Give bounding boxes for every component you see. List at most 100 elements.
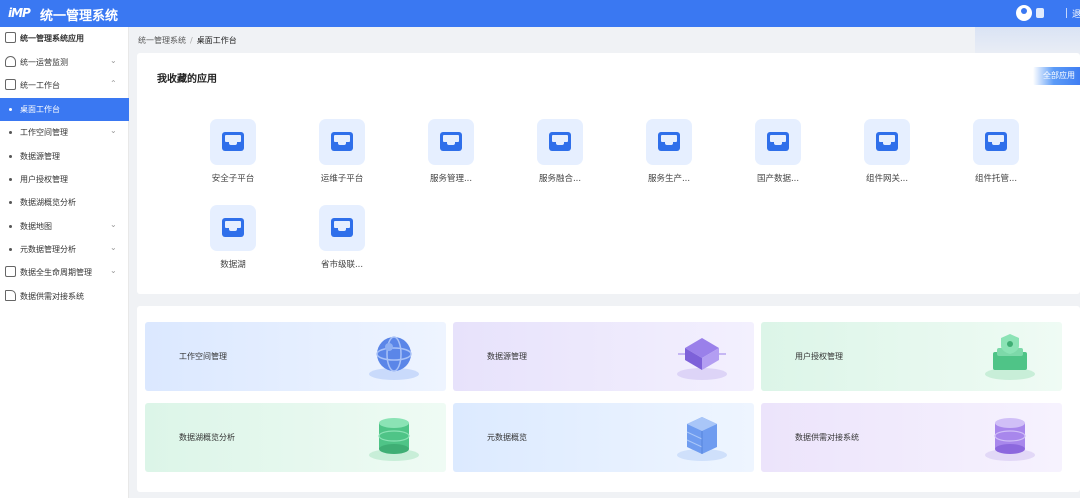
- user-menu-icon[interactable]: [1036, 8, 1044, 18]
- sidebar-item-label: 统一运营监测: [20, 58, 68, 67]
- sidebar-item-user-auth[interactable]: 用户授权管理: [0, 168, 129, 191]
- quick-card-label: 数据源管理: [487, 352, 527, 361]
- lifecycle-icon: [5, 266, 16, 277]
- pyramid-illustration: [677, 338, 727, 380]
- bullet-icon: [9, 155, 12, 158]
- all-apps-button[interactable]: 全部应用: [1033, 67, 1080, 85]
- sidebar-item-label: 数据湖概览分析: [20, 198, 76, 207]
- app-name: 组件网关...: [865, 174, 909, 184]
- inbox-icon: [440, 132, 462, 151]
- app-icon-box: [210, 205, 256, 251]
- app-name: 服务融合...: [538, 174, 582, 184]
- chevron-down-icon: ⌄: [110, 126, 117, 135]
- bullet-icon: [9, 248, 12, 251]
- workbench-icon: [5, 79, 16, 90]
- app-name: 省市级联...: [320, 260, 364, 270]
- app-icon-box: [319, 205, 365, 251]
- sidebar-item-label: 数据供需对接系统: [20, 292, 84, 301]
- bullet-icon: [9, 131, 12, 134]
- header-divider: [1066, 8, 1067, 18]
- app-tile[interactable]: 省市级联...: [296, 205, 386, 285]
- sidebar: 统一管理系统应用 统一运营监测 ⌄ 统一工作台 ⌃ 桌面工作台 工作空间管理 ⌄…: [0, 27, 129, 498]
- server-stack-illustration: [677, 417, 727, 461]
- quick-card-datasource[interactable]: 数据源管理: [453, 322, 754, 391]
- app-name: 安全子平台: [211, 174, 255, 184]
- sidebar-item-workspace[interactable]: 工作空间管理 ⌄: [0, 121, 129, 144]
- sidebar-item-supply-demand[interactable]: 数据供需对接系统: [0, 285, 129, 308]
- app-name: 运维子平台: [320, 174, 364, 184]
- sidebar-item-datasource[interactable]: 数据源管理: [0, 145, 129, 168]
- document-icon: [5, 290, 16, 301]
- sidebar-item-metadata[interactable]: 元数据管理分析 ⌄: [0, 238, 129, 261]
- sidebar-item-label: 工作空间管理: [20, 128, 68, 137]
- chevron-down-icon: ⌄: [110, 56, 117, 65]
- app-tile[interactable]: 国产数据...: [732, 119, 822, 199]
- quick-card-label: 数据供需对接系统: [795, 433, 859, 442]
- database-cylinder-illustration: [369, 418, 419, 461]
- app-tile[interactable]: 服务管理...: [405, 119, 495, 199]
- breadcrumb-parent[interactable]: 统一管理系统: [138, 36, 186, 45]
- purple-cylinder-illustration: [985, 418, 1035, 461]
- sidebar-item-workbench[interactable]: 统一工作台 ⌃: [0, 74, 129, 97]
- sidebar-item-label: 用户授权管理: [20, 175, 68, 184]
- app-tile[interactable]: 服务生产...: [623, 119, 713, 199]
- monitor-icon: [5, 56, 16, 67]
- quick-card-label: 工作空间管理: [179, 352, 227, 361]
- app-icon-box: [755, 119, 801, 165]
- inbox-icon: [767, 132, 789, 151]
- inbox-icon: [331, 218, 353, 237]
- quick-access-panel: 工作空间管理 数据源管理 用户授权管理 数据湖概览分析 元数据概览 数据供需对接…: [137, 306, 1080, 492]
- sidebar-item-lake-overview[interactable]: 数据湖概览分析: [0, 191, 129, 214]
- inbox-icon: [985, 132, 1007, 151]
- app-icon-box: [210, 119, 256, 165]
- inbox-icon: [658, 132, 680, 151]
- inbox-icon: [331, 132, 353, 151]
- bullet-icon: [9, 225, 12, 228]
- app-icon-box: [864, 119, 910, 165]
- app-name: 服务管理...: [429, 174, 473, 184]
- breadcrumb-current: 桌面工作台: [196, 36, 237, 45]
- chevron-down-icon: ⌄: [110, 266, 117, 275]
- app-tile[interactable]: 组件网关...: [841, 119, 931, 199]
- app-icon-box: [973, 119, 1019, 165]
- inbox-icon: [222, 218, 244, 237]
- sidebar-item-label: 统一工作台: [20, 81, 60, 90]
- quick-card-supply-demand[interactable]: 数据供需对接系统: [761, 403, 1062, 472]
- quick-card-workspace[interactable]: 工作空间管理: [145, 322, 446, 391]
- app-name: 数据湖: [220, 260, 246, 270]
- favorites-title: 我收藏的应用: [157, 74, 217, 85]
- sidebar-item-desktop-workbench[interactable]: 桌面工作台: [0, 98, 129, 121]
- inbox-icon: [222, 132, 244, 151]
- chevron-down-icon: ⌄: [110, 243, 117, 252]
- quick-card-lake-overview[interactable]: 数据湖概览分析: [145, 403, 446, 472]
- app-name: 组件托管...: [974, 174, 1018, 184]
- breadcrumb-separator: /: [190, 36, 193, 45]
- globe-illustration: [369, 336, 419, 380]
- app-title: 统一管理系统: [40, 9, 119, 24]
- app-tile[interactable]: 组件托管...: [950, 119, 1040, 199]
- sidebar-item-ops-monitor[interactable]: 统一运营监测 ⌄: [0, 51, 129, 74]
- sidebar-item-label: 桌面工作台: [20, 105, 60, 114]
- sidebar-item-label: 元数据管理分析: [20, 245, 76, 254]
- app-tile[interactable]: 安全子平台: [187, 119, 277, 199]
- app-tile[interactable]: 服务融合...: [514, 119, 604, 199]
- app-icon-box: [537, 119, 583, 165]
- user-avatar-icon[interactable]: [1016, 5, 1032, 21]
- app-tile[interactable]: 数据湖: [187, 205, 277, 285]
- app-icon-box: [319, 119, 365, 165]
- bullet-icon: [9, 178, 12, 181]
- sidebar-item-label: 统一管理系统应用: [20, 34, 84, 43]
- app-icon-box: [428, 119, 474, 165]
- quick-card-metadata[interactable]: 元数据概览: [453, 403, 754, 472]
- chevron-down-icon: ⌄: [110, 220, 117, 229]
- sidebar-item-data-map[interactable]: 数据地图 ⌄: [0, 215, 129, 238]
- shield-box-illustration: [985, 334, 1035, 380]
- app-icon-box: [646, 119, 692, 165]
- quick-card-user-auth[interactable]: 用户授权管理: [761, 322, 1062, 391]
- sidebar-item-lifecycle[interactable]: 数据全生命周期管理 ⌄: [0, 261, 129, 284]
- inbox-icon: [876, 132, 898, 151]
- inbox-icon: [549, 132, 571, 151]
- app-tile[interactable]: 运维子平台: [296, 119, 386, 199]
- sidebar-item-root-app[interactable]: 统一管理系统应用: [0, 27, 129, 50]
- logout-link[interactable]: 退: [1072, 7, 1080, 20]
